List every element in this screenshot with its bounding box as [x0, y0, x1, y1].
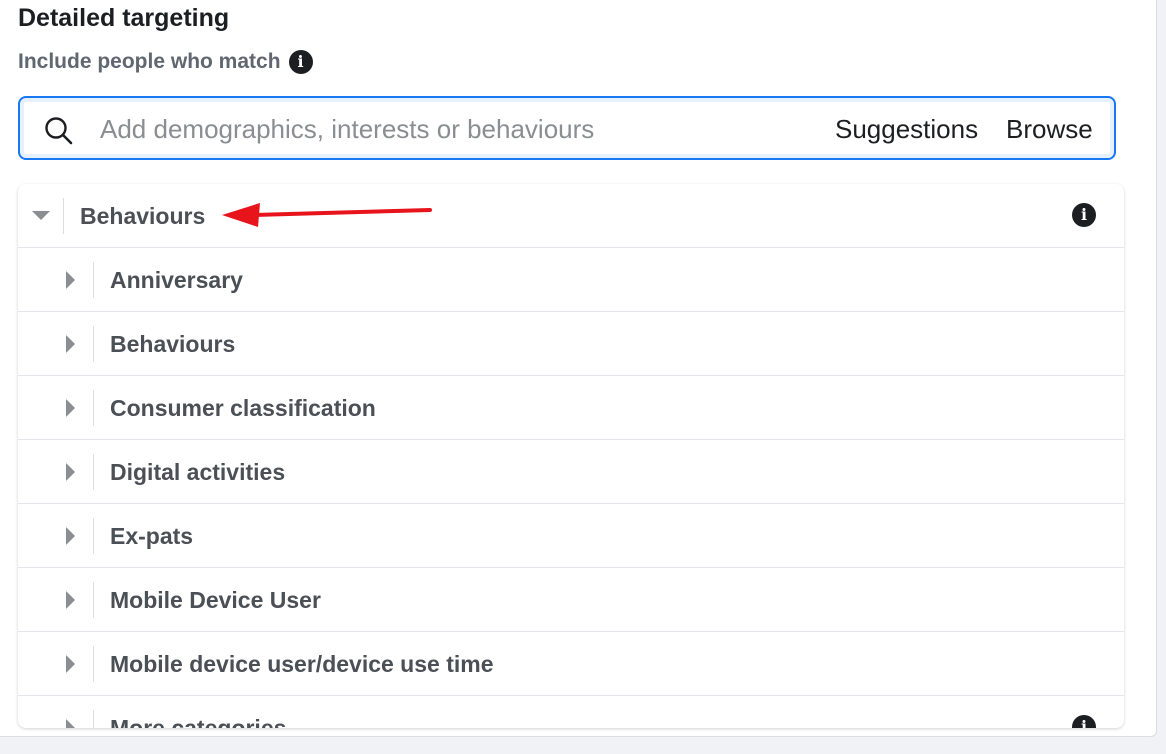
caret-right-icon[interactable] [66, 462, 75, 481]
tree-item-digital-activities[interactable]: Digital activities [18, 440, 1124, 504]
tree-item-label: Ex-pats [110, 523, 194, 549]
section-title: Detailed targeting [18, 4, 230, 32]
tree-item-label: Mobile Device User [110, 587, 321, 613]
tree-item-label: More categories [110, 715, 287, 728]
tree-item-more-categories[interactable]: More categories i [18, 696, 1124, 728]
tree-item-anniversary[interactable]: Anniversary [18, 248, 1124, 312]
caret-right-icon[interactable] [66, 654, 75, 673]
include-subtitle-label: Include people who match [18, 50, 281, 73]
include-subtitle: Include people who match i [18, 50, 313, 74]
browse-button[interactable]: Browse [1006, 114, 1093, 145]
caret-right-icon[interactable] [66, 590, 75, 609]
divider [93, 262, 94, 298]
search-input[interactable] [98, 108, 782, 150]
tree-item-label: Consumer classification [110, 395, 376, 421]
tree-item-consumer-classification[interactable]: Consumer classification [18, 376, 1124, 440]
tree-item-label: Anniversary [110, 267, 243, 293]
tree-item-mobile-device-use-time[interactable]: Mobile device user/device use time [18, 632, 1124, 696]
caret-down-icon[interactable] [32, 211, 50, 220]
caret-right-icon[interactable] [66, 526, 75, 545]
detailed-targeting-section: Detailed targeting Include people who ma… [0, 0, 1157, 737]
targeting-search-box: Suggestions Browse [18, 96, 1116, 160]
tree-item-mobile-device-user[interactable]: Mobile Device User [18, 568, 1124, 632]
search-icon [45, 117, 73, 145]
info-icon[interactable]: i [288, 50, 313, 74]
divider [93, 326, 94, 362]
browse-tree-panel: Behaviours i Anniversary Behaviours Cons… [18, 184, 1124, 728]
tree-item-behaviours-root[interactable]: Behaviours i [18, 184, 1124, 248]
tree-item-ex-pats[interactable]: Ex-pats [18, 504, 1124, 568]
annotation-arrow-icon [222, 203, 432, 227]
divider [93, 454, 94, 490]
divider [63, 198, 64, 234]
tree-item-label: Behaviours [80, 203, 206, 229]
divider [93, 518, 94, 554]
caret-right-icon[interactable] [66, 334, 75, 353]
info-icon[interactable]: i [1072, 715, 1096, 728]
info-icon[interactable]: i [1072, 203, 1096, 227]
suggestions-button[interactable]: Suggestions [835, 114, 978, 145]
divider [93, 710, 94, 728]
tree-item-label: Behaviours [110, 331, 236, 357]
tree-item-label: Mobile device user/device use time [110, 651, 494, 677]
divider [93, 646, 94, 682]
tree-item-label: Digital activities [110, 459, 286, 485]
divider [93, 582, 94, 618]
caret-right-icon[interactable] [66, 270, 75, 289]
tree-item-behaviours[interactable]: Behaviours [18, 312, 1124, 376]
divider [93, 390, 94, 426]
caret-right-icon[interactable] [66, 398, 75, 417]
caret-right-icon[interactable] [66, 718, 75, 728]
